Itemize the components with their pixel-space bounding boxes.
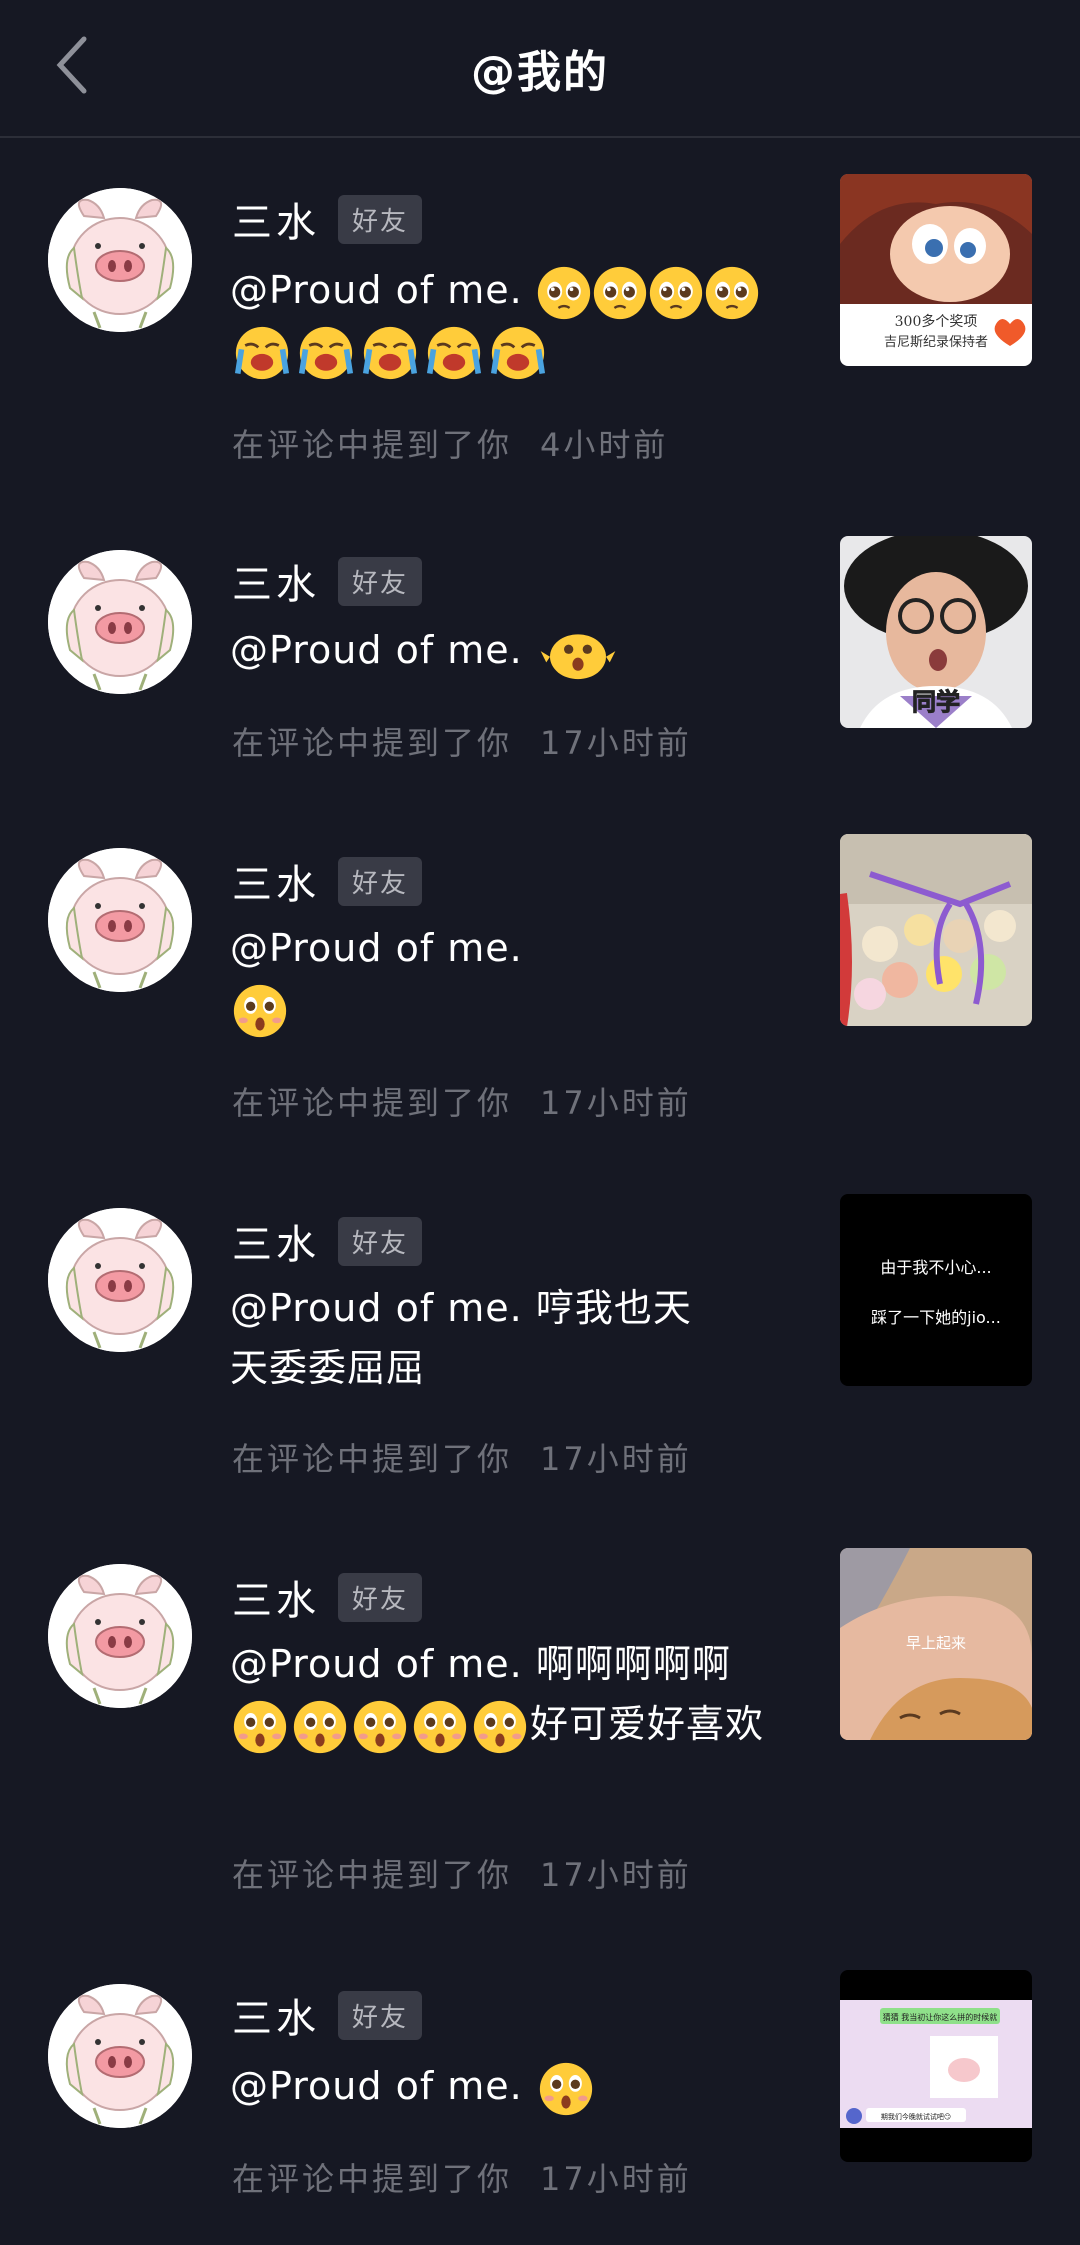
back-button[interactable]	[48, 30, 94, 100]
thumb-caption: 由于我不小心...	[880, 1258, 992, 1277]
thumb-caption: 踩了一下她的jio...	[871, 1308, 1001, 1327]
timestamp: 17小时前	[540, 1084, 692, 1122]
chevron-left-icon	[56, 36, 87, 94]
friend-badge: 好友	[338, 1572, 423, 1622]
thumb-caption: 同学	[912, 688, 960, 716]
user-name[interactable]: 三水	[232, 190, 320, 248]
friend-badge: 好友	[338, 1216, 423, 1266]
timestamp: 17小时前	[540, 724, 692, 762]
thumb-caption: 期我们今晚就试试吧😏	[881, 2112, 951, 2121]
comment-text: @Proud of me. 哼我也天天委委屈屈	[230, 1286, 692, 1390]
user-name[interactable]: 三水	[232, 1568, 320, 1626]
comment-text: @Proud of me.	[230, 620, 770, 681]
shocked-face-icon	[410, 1699, 470, 1755]
mention-meta: 在评论中提到了你 17小时前	[232, 2160, 692, 2198]
friend-badge: 好友	[338, 556, 423, 606]
video-thumbnail[interactable]: 300多个奖项 吉尼斯纪录保持者	[840, 174, 1032, 366]
timestamp: 17小时前	[540, 1856, 692, 1894]
video-thumbnail[interactable]: 猜猜 我当初让你这么拼的时候就 期我们今晚就试试吧😏	[840, 1970, 1032, 2162]
video-thumbnail[interactable]	[840, 834, 1032, 1026]
pleading-face-icon	[704, 265, 760, 321]
pleading-face-icon	[648, 265, 704, 321]
comment-text: @Proud of me.	[230, 918, 770, 1039]
comment-text: @Proud of me.	[230, 2056, 770, 2117]
pleading-face-icon	[536, 265, 592, 321]
avatar[interactable]	[48, 1564, 192, 1708]
avatar[interactable]	[48, 550, 192, 694]
timestamp: 17小时前	[540, 1440, 692, 1478]
crying-face-icon	[294, 325, 358, 381]
timestamp: 17小时前	[540, 2160, 692, 2198]
mention-item[interactable]: 三水 好友 @Proud of me. 在评论中提到了你 17小时前 同学	[0, 496, 1080, 796]
mention-item[interactable]: 三水 好友 @Proud of me. 啊啊啊啊啊 好可爱好喜欢 在评论中提到了…	[0, 1510, 1080, 1920]
shocked-face-icon	[290, 1699, 350, 1755]
avatar[interactable]	[48, 1208, 192, 1352]
shocked-face-icon	[470, 1699, 530, 1755]
page-title: @我的	[471, 47, 609, 98]
mention-item[interactable]: 三水 好友 @Proud of me. 在评论中提到了你 17小时前	[0, 796, 1080, 1156]
shocked-face-icon	[230, 1699, 290, 1755]
mention-meta: 在评论中提到了你 17小时前	[232, 1084, 692, 1122]
shocked-face-icon	[536, 2061, 596, 2117]
crying-face-icon	[486, 325, 550, 381]
user-name[interactable]: 三水	[232, 852, 320, 910]
user-name[interactable]: 三水	[232, 1212, 320, 1270]
thumb-caption: 300多个奖项	[895, 313, 978, 330]
shocked-face-icon	[230, 983, 290, 1039]
thumb-caption: 吉尼斯纪录保持者	[884, 335, 988, 350]
comment-text: @Proud of me.	[230, 260, 770, 381]
mention-item[interactable]: 三水 好友 @Proud of me. 在评论中提到了你 4小时前 300多个奖项…	[0, 136, 1080, 496]
friend-badge: 好友	[338, 856, 423, 906]
video-thumbnail[interactable]: 早上起来	[840, 1548, 1032, 1740]
mention-meta: 在评论中提到了你 4小时前	[232, 426, 669, 464]
chick-face-icon	[536, 625, 620, 681]
timestamp: 4小时前	[540, 426, 669, 464]
avatar[interactable]	[48, 188, 192, 332]
video-thumbnail[interactable]: 由于我不小心... 踩了一下她的jio...	[840, 1194, 1032, 1386]
pleading-face-icon	[592, 265, 648, 321]
user-name[interactable]: 三水	[232, 552, 320, 610]
user-name[interactable]: 三水	[232, 1986, 320, 2044]
crying-face-icon	[422, 325, 486, 381]
mention-item[interactable]: 三水 好友 @Proud of me. 在评论中提到了你 17小时前 猜猜 我当初…	[0, 1920, 1080, 2245]
mention-meta: 在评论中提到了你 17小时前	[232, 1440, 692, 1478]
mention-meta: 在评论中提到了你 17小时前	[232, 724, 692, 762]
avatar[interactable]	[48, 1984, 192, 2128]
avatar[interactable]	[48, 848, 192, 992]
video-thumbnail[interactable]: 同学	[840, 536, 1032, 728]
mention-item[interactable]: 三水 好友 @Proud of me. 哼我也天天委委屈屈 在评论中提到了你 17…	[0, 1156, 1080, 1510]
shocked-face-icon	[350, 1699, 410, 1755]
crying-face-icon	[358, 325, 422, 381]
thumb-caption: 猜猜 我当初让你这么拼的时候就	[883, 2012, 998, 2022]
friend-badge: 好友	[338, 1990, 423, 2040]
friend-badge: 好友	[338, 194, 423, 244]
mention-meta: 在评论中提到了你 17小时前	[232, 1856, 692, 1894]
top-bar: @我的	[0, 0, 1080, 138]
comment-text: @Proud of me. 啊啊啊啊啊 好可爱好喜欢	[230, 1634, 770, 1755]
thumb-caption: 早上起来	[906, 1634, 966, 1652]
crying-face-icon	[230, 325, 294, 381]
